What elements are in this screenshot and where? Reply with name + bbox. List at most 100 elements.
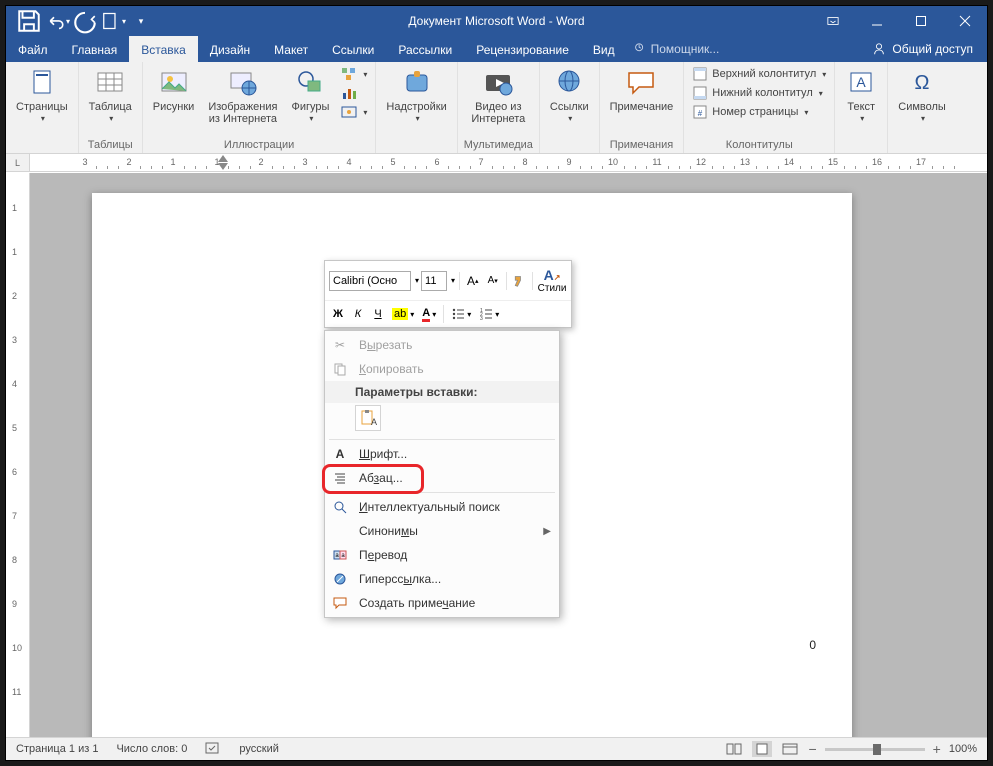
copy-icon bbox=[329, 362, 351, 376]
comment-button[interactable]: Примечание bbox=[606, 65, 678, 115]
tab-view[interactable]: Вид bbox=[581, 36, 627, 62]
status-words[interactable]: Число слов: 0 bbox=[116, 743, 187, 755]
styles-button[interactable]: A↗Стили bbox=[537, 264, 567, 297]
screenshot-button[interactable]: ▾ bbox=[339, 103, 369, 121]
zoom-out-button[interactable]: − bbox=[808, 741, 816, 757]
pictures-button[interactable]: Рисунки bbox=[149, 65, 199, 115]
video-label: Видео из Интернета bbox=[471, 101, 525, 125]
chart-button[interactable] bbox=[339, 84, 369, 102]
ribbon: Страницы▾ Таблицы Таблица▾ Таблицы Рисун… bbox=[6, 62, 987, 154]
cm-copy[interactable]: Копировать bbox=[325, 357, 559, 381]
zoom-slider[interactable] bbox=[825, 748, 925, 751]
page-number-button[interactable]: #Номер страницы▾ bbox=[690, 103, 828, 121]
online-video-button[interactable]: Видео из Интернета bbox=[467, 65, 529, 127]
table-button[interactable]: Таблица▾ bbox=[85, 65, 136, 126]
cm-lookup-label: Интеллектуальный поиск bbox=[359, 500, 500, 514]
tab-home[interactable]: Главная bbox=[60, 36, 130, 62]
cm-hyperlink[interactable]: Гиперссылка... bbox=[325, 567, 559, 591]
footer-button[interactable]: Нижний колонтитул▾ bbox=[690, 84, 828, 102]
undo-icon[interactable]: ▾ bbox=[44, 8, 70, 34]
close-button[interactable] bbox=[943, 6, 987, 36]
share-label: Общий доступ bbox=[892, 42, 973, 56]
minimize-button[interactable] bbox=[855, 6, 899, 36]
tab-references[interactable]: Ссылки bbox=[320, 36, 386, 62]
zoom-level[interactable]: 100% bbox=[949, 743, 977, 755]
cm-font-label: Шрифт... bbox=[359, 447, 407, 461]
translate-icon: аa bbox=[329, 548, 351, 562]
shapes-button[interactable]: Фигуры▾ bbox=[287, 65, 333, 126]
italic-button[interactable]: К bbox=[349, 304, 367, 324]
view-web-icon[interactable] bbox=[780, 741, 800, 757]
tab-layout[interactable]: Макет bbox=[262, 36, 320, 62]
shrink-font-button[interactable]: A▾ bbox=[484, 271, 502, 291]
highlight-button[interactable]: ab▾ bbox=[389, 304, 417, 324]
header-button[interactable]: Верхний колонтитул▾ bbox=[690, 65, 828, 83]
cm-hyperlink-label: Гиперссылка... bbox=[359, 572, 441, 586]
submenu-arrow-icon: ▶ bbox=[543, 526, 551, 537]
pages-label: Страницы bbox=[16, 101, 68, 113]
pages-button[interactable]: Страницы▾ bbox=[12, 65, 72, 126]
grow-font-button[interactable]: A▴ bbox=[464, 271, 482, 291]
tab-design[interactable]: Дизайн bbox=[198, 36, 262, 62]
cm-font[interactable]: A Шрифт... bbox=[325, 442, 559, 466]
view-read-icon[interactable] bbox=[724, 741, 744, 757]
horizontal-ruler[interactable]: L 3211234567891011121314151617 bbox=[6, 154, 987, 172]
new-doc-icon[interactable]: ▾ bbox=[100, 8, 126, 34]
ribbon-options-icon[interactable] bbox=[811, 6, 855, 36]
underline-button[interactable]: Ч bbox=[369, 304, 387, 324]
paste-keep-text-button[interactable]: A bbox=[355, 405, 381, 431]
smartart-button[interactable]: ▾ bbox=[339, 65, 369, 83]
comment-label: Примечание bbox=[610, 101, 674, 113]
font-dd-icon[interactable]: ▾ bbox=[415, 276, 419, 285]
tab-mailings[interactable]: Рассылки bbox=[386, 36, 464, 62]
addins-label: Надстройки bbox=[386, 101, 446, 113]
size-dd-icon[interactable]: ▾ bbox=[451, 276, 455, 285]
illustrations-small-stack: ▾ ▾ bbox=[339, 65, 369, 121]
text-button[interactable]: AТекст▾ bbox=[841, 65, 881, 126]
bullets-button[interactable]: ▾ bbox=[448, 304, 474, 324]
cm-paragraph[interactable]: Абзац... bbox=[325, 466, 559, 490]
pageno-label: Номер страницы bbox=[712, 106, 798, 118]
share-button[interactable]: Общий доступ bbox=[858, 36, 987, 62]
numbering-button[interactable]: 123▾ bbox=[476, 304, 502, 324]
addins-button[interactable]: Надстройки▾ bbox=[382, 65, 450, 126]
group-hf-label: Колонтитулы bbox=[726, 137, 793, 153]
view-print-icon[interactable] bbox=[752, 741, 772, 757]
tab-insert[interactable]: Вставка bbox=[129, 36, 198, 62]
group-media-label: Мультимедиа bbox=[464, 137, 533, 153]
cm-smart-lookup[interactable]: Интеллектуальный поиск bbox=[325, 495, 559, 519]
bold-button[interactable]: Ж bbox=[329, 304, 347, 324]
cm-translate[interactable]: аaПеревод bbox=[325, 543, 559, 567]
status-page[interactable]: Страница 1 из 1 bbox=[16, 743, 98, 755]
text-label: Текст bbox=[847, 101, 875, 113]
save-icon[interactable] bbox=[16, 8, 42, 34]
group-text: AТекст▾ bbox=[835, 62, 888, 153]
font-icon: A bbox=[329, 447, 351, 461]
symbols-button[interactable]: ΩСимволы▾ bbox=[894, 65, 950, 126]
format-painter-button[interactable] bbox=[510, 271, 528, 291]
online-pictures-button[interactable]: Изображения из Интернета bbox=[204, 65, 281, 127]
qa-customize-icon[interactable]: ▾ bbox=[128, 8, 154, 34]
cm-new-comment[interactable]: Создать примечание bbox=[325, 591, 559, 615]
status-language[interactable]: русский bbox=[239, 743, 278, 755]
font-size-input[interactable] bbox=[421, 271, 447, 291]
cm-synonyms[interactable]: Синонимы▶ bbox=[325, 519, 559, 543]
footer-label: Нижний колонтитул bbox=[712, 87, 812, 99]
titlebar: ▾ ▾ ▾ Документ Microsoft Word - Word bbox=[6, 6, 987, 36]
tab-file[interactable]: Файл bbox=[6, 36, 60, 62]
tell-me-search[interactable]: Помощник... bbox=[633, 36, 720, 62]
group-comments-label: Примечания bbox=[610, 137, 674, 153]
maximize-button[interactable] bbox=[899, 6, 943, 36]
cm-cut[interactable]: ✂Вырезать bbox=[325, 333, 559, 357]
font-color-button[interactable]: A▾ bbox=[419, 304, 439, 324]
group-symbols: ΩСимволы▾ bbox=[888, 62, 956, 153]
links-button[interactable]: Ссылки▾ bbox=[546, 65, 593, 126]
tell-me-label: Помощник... bbox=[651, 42, 720, 56]
context-menu: ✂Вырезать Копировать Параметры вставки: … bbox=[324, 330, 560, 618]
redo-icon[interactable] bbox=[72, 8, 98, 34]
status-proofing-icon[interactable] bbox=[205, 741, 221, 758]
vertical-ruler[interactable]: 11234567891011 bbox=[6, 173, 30, 737]
font-family-input[interactable] bbox=[329, 271, 411, 291]
tab-review[interactable]: Рецензирование bbox=[464, 36, 581, 62]
zoom-in-button[interactable]: + bbox=[933, 741, 941, 757]
